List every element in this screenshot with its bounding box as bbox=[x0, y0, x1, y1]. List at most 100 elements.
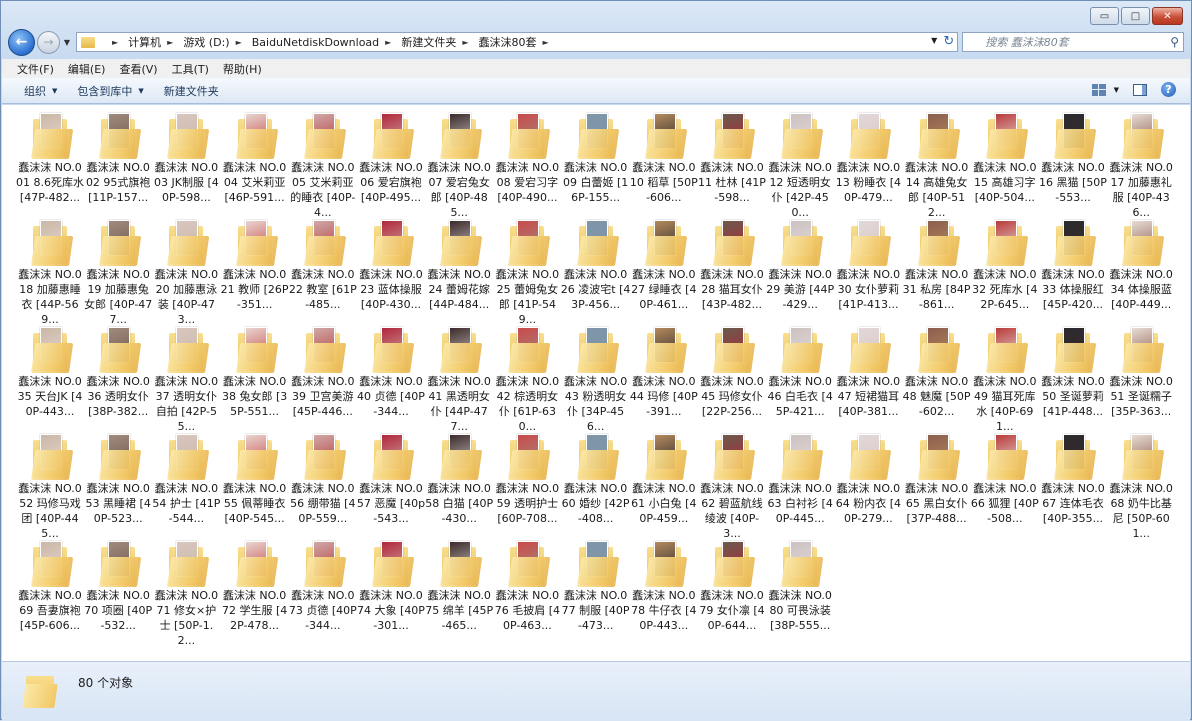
folder-item[interactable]: 蠢沫沫 NO.056 绷带猫 [40P-559... bbox=[288, 430, 358, 526]
folder-item[interactable]: 蠢沫沫 NO.011 杜林 [41P-598... bbox=[697, 109, 767, 205]
folder-item[interactable]: 蠢沫沫 NO.014 高雄兔女郎 [40P-512... bbox=[902, 109, 972, 220]
folder-item[interactable]: 蠢沫沫 NO.067 连体毛衣 [40P-355... bbox=[1038, 430, 1108, 526]
folder-item[interactable]: 蠢沫沫 NO.057 恶魔 [40p-543... bbox=[356, 430, 426, 526]
folder-item[interactable]: 蠢沫沫 NO.043 粉透明女仆 [34P-456... bbox=[561, 323, 631, 434]
menu-view[interactable]: 查看(V) bbox=[112, 61, 164, 77]
breadcrumb-arrow-icon[interactable]: ► bbox=[236, 38, 242, 47]
search-box[interactable]: 搜索 蠢沫沫80套 ⚲ bbox=[962, 32, 1184, 52]
search-input[interactable]: 搜索 蠢沫沫80套 bbox=[985, 34, 1069, 50]
menu-help[interactable]: 帮助(H) bbox=[216, 61, 269, 77]
folder-item[interactable]: 蠢沫沫 NO.015 高雄习字 [40P-504... bbox=[970, 109, 1040, 205]
folder-item[interactable]: 蠢沫沫 NO.058 白猫 [40P-430... bbox=[424, 430, 494, 526]
address-bar[interactable]: ► 计算机 ► 游戏 (D:) ► BaiduNetdiskDownload ► 新建文件夹… bbox=[76, 32, 959, 52]
folder-item[interactable]: 蠢沫沫 NO.059 透明护士 [60P-708... bbox=[492, 430, 562, 526]
breadcrumb-arrow-icon[interactable]: ► bbox=[462, 38, 468, 47]
folder-item[interactable]: 蠢沫沫 NO.054 护士 [41P-544... bbox=[151, 430, 221, 526]
folder-item[interactable]: 蠢沫沫 NO.004 艾米莉亚 [46P-591... bbox=[220, 109, 290, 205]
refresh-icon[interactable]: ↻ bbox=[943, 34, 954, 49]
folder-item[interactable]: 蠢沫沫 NO.016 黑猫 [50P-553... bbox=[1038, 109, 1108, 205]
folder-item[interactable]: 蠢沫沫 NO.044 玛修 [40P-391... bbox=[629, 323, 699, 419]
folder-item[interactable]: 蠢沫沫 NO.061 小白兔 [40P-459... bbox=[629, 430, 699, 526]
folder-item[interactable]: 蠢沫沫 NO.017 加藤惠礼服 [40P-436... bbox=[1106, 109, 1176, 220]
folder-item[interactable]: 蠢沫沫 NO.039 卫宫美游 [45P-446... bbox=[288, 323, 358, 419]
folder-item[interactable]: 蠢沫沫 NO.008 爱宕习字 [40P-490... bbox=[492, 109, 562, 205]
folder-item[interactable]: 蠢沫沫 NO.075 绵羊 [45P-465... bbox=[424, 537, 494, 633]
folder-item[interactable]: 蠢沫沫 NO.073 贞德 [40P-344... bbox=[288, 537, 358, 633]
folder-item[interactable]: 蠢沫沫 NO.021 教师 [26P-351... bbox=[220, 216, 290, 312]
folder-item[interactable]: 蠢沫沫 NO.023 蓝体操服 [40P-430... bbox=[356, 216, 426, 312]
folder-item[interactable]: 蠢沫沫 NO.048 魅魔 [50P-602... bbox=[902, 323, 972, 419]
address-dropdown-icon[interactable]: ▼ bbox=[931, 36, 937, 45]
help-icon[interactable]: ? bbox=[1161, 82, 1176, 97]
menu-edit[interactable]: 编辑(E) bbox=[61, 61, 113, 77]
include-in-library-button[interactable]: 包含到库中 ▼ bbox=[69, 83, 155, 99]
breadcrumb-item[interactable]: 新建文件夹 ► bbox=[396, 34, 473, 50]
folder-item[interactable]: 蠢沫沫 NO.050 圣诞萝莉 [41P-448... bbox=[1038, 323, 1108, 419]
folder-item[interactable]: 蠢沫沫 NO.033 体操服红 [45P-420... bbox=[1038, 216, 1108, 312]
folder-item[interactable]: 蠢沫沫 NO.009 白蕾姬 [16P-155... bbox=[561, 109, 631, 205]
close-button[interactable]: ✕ bbox=[1152, 7, 1183, 25]
folder-item[interactable]: 蠢沫沫 NO.018 加藤惠睡衣 [44P-569... bbox=[15, 216, 85, 327]
breadcrumb-arrow-icon[interactable]: ► bbox=[542, 38, 548, 47]
minimize-button[interactable]: ▭ bbox=[1090, 7, 1119, 25]
folder-item[interactable]: 蠢沫沫 NO.012 短透明女仆 [42P-450... bbox=[765, 109, 835, 220]
organize-button[interactable]: 组织 ▼ bbox=[16, 83, 69, 99]
menu-file[interactable]: 文件(F) bbox=[10, 61, 61, 77]
folder-item[interactable]: 蠢沫沫 NO.068 奶牛比基尼 [50P-601... bbox=[1106, 430, 1176, 541]
folder-item[interactable]: 蠢沫沫 NO.006 爱宕旗袍 [40P-495... bbox=[356, 109, 426, 205]
folder-item[interactable]: 蠢沫沫 NO.071 修女×护士 [50P-1.2... bbox=[151, 537, 221, 648]
folder-item[interactable]: 蠢沫沫 NO.007 爱宕兔女郎 [40P-485... bbox=[424, 109, 494, 220]
folder-item[interactable]: 蠢沫沫 NO.069 吾妻旗袍 [45P-606... bbox=[15, 537, 85, 633]
menu-tools[interactable]: 工具(T) bbox=[165, 61, 216, 77]
folder-item[interactable]: 蠢沫沫 NO.032 死库水 [42P-645... bbox=[970, 216, 1040, 312]
folder-item[interactable]: 蠢沫沫 NO.053 黑睡裙 [40P-523... bbox=[83, 430, 153, 526]
preview-pane-icon[interactable] bbox=[1133, 83, 1147, 96]
folder-item[interactable]: 蠢沫沫 NO.074 大象 [40P-301... bbox=[356, 537, 426, 633]
maximize-button[interactable]: □ bbox=[1121, 7, 1150, 25]
folder-item[interactable]: 蠢沫沫 NO.037 透明女仆自拍 [42P-55... bbox=[151, 323, 221, 434]
folder-item[interactable]: 蠢沫沫 NO.041 黑透明女仆 [44P-477... bbox=[424, 323, 494, 434]
folder-item[interactable]: 蠢沫沫 NO.029 美游 [44P-429... bbox=[765, 216, 835, 312]
folder-item[interactable]: 蠢沫沫 NO.051 圣诞糯子 [35P-363... bbox=[1106, 323, 1176, 419]
breadcrumb-item[interactable]: BaiduNetdiskDownload ► bbox=[247, 34, 397, 50]
folder-item[interactable]: 蠢沫沫 NO.020 加藤惠泳装 [40P-473... bbox=[151, 216, 221, 327]
breadcrumb-arrow-icon[interactable]: ► bbox=[385, 38, 391, 47]
folder-item[interactable]: 蠢沫沫 NO.047 短裙猫耳 [40P-381... bbox=[833, 323, 903, 419]
folder-item[interactable]: 蠢沫沫 NO.072 学生服 [42P-478... bbox=[220, 537, 290, 633]
breadcrumb-item[interactable]: 计算机 ► bbox=[123, 34, 178, 50]
folder-item[interactable]: 蠢沫沫 NO.066 狐狸 [40P-508... bbox=[970, 430, 1040, 526]
breadcrumb-item[interactable]: 游戏 (D:) ► bbox=[178, 34, 246, 50]
folder-item[interactable]: 蠢沫沫 NO.005 艾米莉亚的睡衣 [40P-4... bbox=[288, 109, 358, 220]
forward-button[interactable]: → bbox=[37, 30, 60, 54]
folder-item[interactable]: 蠢沫沫 NO.030 女仆萝莉 [41P-413... bbox=[833, 216, 903, 312]
folder-item[interactable]: 蠢沫沫 NO.001 8.6死库水 [47P-482... bbox=[15, 109, 85, 205]
folder-item[interactable]: 蠢沫沫 NO.035 天台JK [40P-443... bbox=[15, 323, 85, 419]
folder-item[interactable]: 蠢沫沫 NO.019 加藤惠兔女郎 [40P-477... bbox=[83, 216, 153, 327]
folder-item[interactable]: 蠢沫沫 NO.002 95式旗袍 [11P-157... bbox=[83, 109, 153, 205]
folder-item[interactable]: 蠢沫沫 NO.049 猫耳死库水 [40P-691... bbox=[970, 323, 1040, 434]
breadcrumb-arrow-icon[interactable]: ► bbox=[167, 38, 173, 47]
folder-item[interactable]: 蠢沫沫 NO.063 白衬衫 [40P-445... bbox=[765, 430, 835, 526]
folder-item[interactable]: 蠢沫沫 NO.060 婚纱 [42P-408... bbox=[561, 430, 631, 526]
folder-item[interactable]: 蠢沫沫 NO.045 玛修女仆 [22P-256... bbox=[697, 323, 767, 419]
folder-item[interactable]: 蠢沫沫 NO.080 可畏泳装 [38P-555... bbox=[765, 537, 835, 633]
folder-item[interactable]: 蠢沫沫 NO.076 毛披肩 [40P-463... bbox=[492, 537, 562, 633]
folder-item[interactable]: 蠢沫沫 NO.065 黑白女仆 [37P-488... bbox=[902, 430, 972, 526]
change-view-button[interactable]: ▼ bbox=[1091, 83, 1119, 96]
folder-item[interactable]: 蠢沫沫 NO.003 JK制服 [40P-598... bbox=[151, 109, 221, 205]
breadcrumb-item[interactable]: 蠢沫沫80套 ► bbox=[473, 34, 553, 50]
folder-item[interactable]: 蠢沫沫 NO.010 稻草 [50P-606... bbox=[629, 109, 699, 205]
folder-item[interactable]: 蠢沫沫 NO.078 牛仔衣 [40P-443... bbox=[629, 537, 699, 633]
folder-item[interactable]: 蠢沫沫 NO.046 白毛衣 [45P-421... bbox=[765, 323, 835, 419]
folder-item[interactable]: 蠢沫沫 NO.055 佩蒂睡衣 [40P-545... bbox=[220, 430, 290, 526]
folder-item[interactable]: 蠢沫沫 NO.079 女仆凛 [40P-644... bbox=[697, 537, 767, 633]
folder-item[interactable]: 蠢沫沫 NO.038 兔女郎 [35P-551... bbox=[220, 323, 290, 419]
folder-item[interactable]: 蠢沫沫 NO.052 玛修马戏团 [40P-445... bbox=[15, 430, 85, 541]
folder-item[interactable]: 蠢沫沫 NO.070 项圈 [40P-532... bbox=[83, 537, 153, 633]
folder-item[interactable]: 蠢沫沫 NO.027 绿睡衣 [40P-461... bbox=[629, 216, 699, 312]
search-icon[interactable]: ⚲ bbox=[1170, 35, 1179, 49]
folder-item[interactable]: 蠢沫沫 NO.036 透明女仆 [38P-382... bbox=[83, 323, 153, 419]
folder-item[interactable]: 蠢沫沫 NO.026 凌波宅t [43P-456... bbox=[561, 216, 631, 312]
recent-pages-dropdown[interactable]: ▼ bbox=[62, 38, 72, 47]
folder-item[interactable]: 蠢沫沫 NO.028 猫耳女仆 [43P-482... bbox=[697, 216, 767, 312]
